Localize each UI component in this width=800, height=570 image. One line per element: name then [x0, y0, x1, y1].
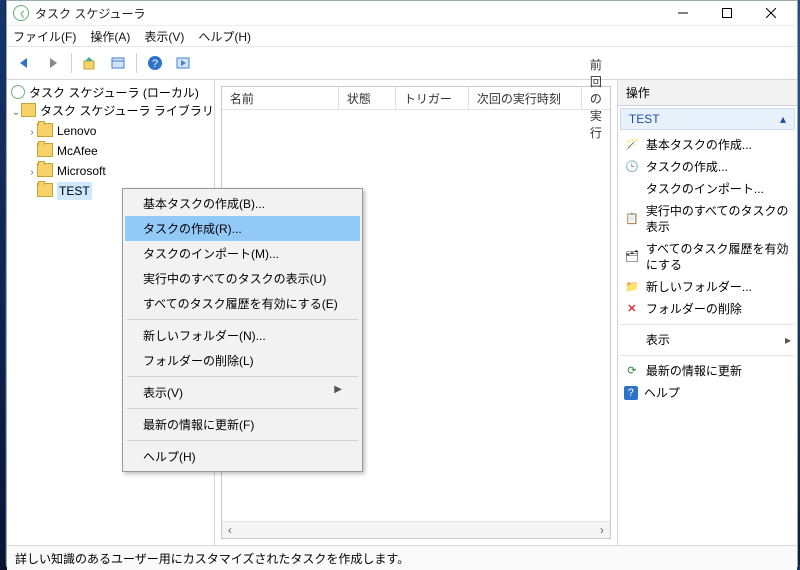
- tree-item-microsoft[interactable]: ›Microsoft: [27, 162, 214, 182]
- ctx-show-running[interactable]: 実行中のすべてのタスクの表示(U): [125, 266, 360, 291]
- action-separator: [620, 355, 795, 356]
- folder-icon: [37, 183, 53, 197]
- history-icon: 🗂: [624, 249, 640, 265]
- ctx-create-task[interactable]: タスクの作成(R)...: [125, 216, 360, 241]
- task-icon: 🕒: [624, 159, 640, 175]
- folder-icon: [37, 123, 53, 137]
- tree-library[interactable]: タスク スケジューラ ライブラリ: [40, 104, 214, 118]
- ctx-separator: [127, 440, 358, 441]
- menu-help[interactable]: ヘルプ(H): [198, 28, 251, 45]
- back-button[interactable]: [13, 51, 37, 75]
- context-menu: 基本タスクの作成(B)... タスクの作成(R)... タスクのインポート(M)…: [122, 188, 363, 472]
- window-title: タスク スケジューラ: [35, 5, 661, 22]
- col-state[interactable]: 状態: [339, 87, 396, 109]
- help-icon: ?: [624, 386, 638, 400]
- refresh-icon: ⟳: [624, 363, 640, 379]
- col-last[interactable]: 前回の実行: [582, 87, 610, 109]
- submenu-icon: ▶: [334, 384, 342, 395]
- scroll-left-icon[interactable]: ‹: [222, 523, 238, 537]
- menu-view[interactable]: 表示(V): [144, 28, 184, 45]
- ctx-enable-history[interactable]: すべてのタスク履歴を有効にする(E): [125, 291, 360, 316]
- toolbar-separator: [71, 53, 72, 73]
- menu-action[interactable]: 操作(A): [90, 28, 130, 45]
- ctx-refresh[interactable]: 最新の情報に更新(F): [125, 412, 360, 437]
- folder-icon: [37, 143, 53, 157]
- action-help[interactable]: ?ヘルプ: [620, 382, 795, 404]
- actions-pane: 操作 TEST ▴ 🪄基本タスクの作成... 🕒タスクの作成... タスクのイン…: [617, 80, 797, 545]
- menu-bar: ファイル(F) 操作(A) 表示(V) ヘルプ(H): [7, 26, 797, 47]
- action-create-task[interactable]: 🕒タスクの作成...: [620, 156, 795, 178]
- action-new-folder[interactable]: 📁新しいフォルダー...: [620, 276, 795, 298]
- tree-item-lenovo[interactable]: ›Lenovo: [27, 122, 214, 142]
- folder-icon: [37, 163, 53, 177]
- menu-file[interactable]: ファイル(F): [13, 28, 76, 45]
- action-enable-history[interactable]: 🗂すべてのタスク履歴を有効にする: [620, 238, 795, 276]
- ctx-separator: [127, 408, 358, 409]
- delete-icon: ✕: [624, 301, 640, 317]
- action-refresh[interactable]: ⟳最新の情報に更新: [620, 360, 795, 382]
- properties-button[interactable]: [106, 51, 130, 75]
- status-bar: 詳しい知識のあるユーザー用にカスタマイズされたタスクを作成します。: [7, 545, 797, 570]
- expand-icon[interactable]: ⌄: [11, 104, 21, 122]
- ctx-separator: [127, 376, 358, 377]
- ctx-delete-folder[interactable]: フォルダーの削除(L): [125, 348, 360, 373]
- help-button[interactable]: ?: [143, 51, 167, 75]
- minimize-button[interactable]: [661, 1, 705, 25]
- horizontal-scrollbar[interactable]: ‹ ›: [222, 521, 610, 538]
- toolbar-separator: [136, 53, 137, 73]
- task-scheduler-window: タスク スケジューラ ファイル(F) 操作(A) 表示(V) ヘルプ(H) ?: [6, 0, 798, 567]
- col-name[interactable]: 名前: [222, 87, 339, 109]
- actions-target[interactable]: TEST ▴: [620, 108, 795, 130]
- svg-text:?: ?: [152, 58, 158, 70]
- toolbar: ?: [7, 47, 797, 80]
- ctx-help[interactable]: ヘルプ(H): [125, 444, 360, 469]
- wizard-icon: 🪄: [624, 137, 640, 153]
- ctx-view[interactable]: 表示(V)▶: [125, 380, 360, 405]
- action-view[interactable]: 表示▸: [620, 329, 795, 351]
- forward-button[interactable]: [41, 51, 65, 75]
- run-button[interactable]: [171, 51, 195, 75]
- collapse-icon: ▴: [780, 112, 786, 126]
- action-create-basic-task[interactable]: 🪄基本タスクの作成...: [620, 134, 795, 156]
- ctx-separator: [127, 319, 358, 320]
- ctx-import-task[interactable]: タスクのインポート(M)...: [125, 241, 360, 266]
- close-button[interactable]: [749, 1, 793, 25]
- tree-root[interactable]: タスク スケジューラ (ローカル): [11, 84, 214, 102]
- col-next[interactable]: 次回の実行時刻: [469, 87, 582, 109]
- column-headers: 名前 状態 トリガー 次回の実行時刻 前回の実行: [222, 87, 610, 110]
- expand-icon[interactable]: ›: [27, 164, 37, 182]
- submenu-icon: ▸: [785, 332, 791, 348]
- clock-icon: [11, 85, 25, 99]
- ctx-new-folder[interactable]: 新しいフォルダー(N)...: [125, 323, 360, 348]
- ctx-create-basic-task[interactable]: 基本タスクの作成(B)...: [125, 191, 360, 216]
- col-trigger[interactable]: トリガー: [396, 87, 469, 109]
- expand-icon[interactable]: ›: [27, 124, 37, 142]
- maximize-button[interactable]: [705, 1, 749, 25]
- app-icon: [13, 5, 29, 21]
- action-show-running[interactable]: 📋実行中のすべてのタスクの表示: [620, 200, 795, 238]
- actions-header: 操作: [618, 80, 797, 106]
- action-separator: [620, 324, 795, 325]
- new-folder-icon: 📁: [624, 279, 640, 295]
- up-button[interactable]: [78, 51, 102, 75]
- title-bar: タスク スケジューラ: [7, 1, 797, 26]
- library-icon: [21, 103, 36, 117]
- action-delete-folder[interactable]: ✕フォルダーの削除: [620, 298, 795, 320]
- tree-item-mcafee[interactable]: McAfee: [27, 142, 214, 162]
- action-import-task[interactable]: タスクのインポート...: [620, 178, 795, 200]
- scroll-right-icon[interactable]: ›: [594, 523, 610, 537]
- list-icon: 📋: [624, 211, 640, 227]
